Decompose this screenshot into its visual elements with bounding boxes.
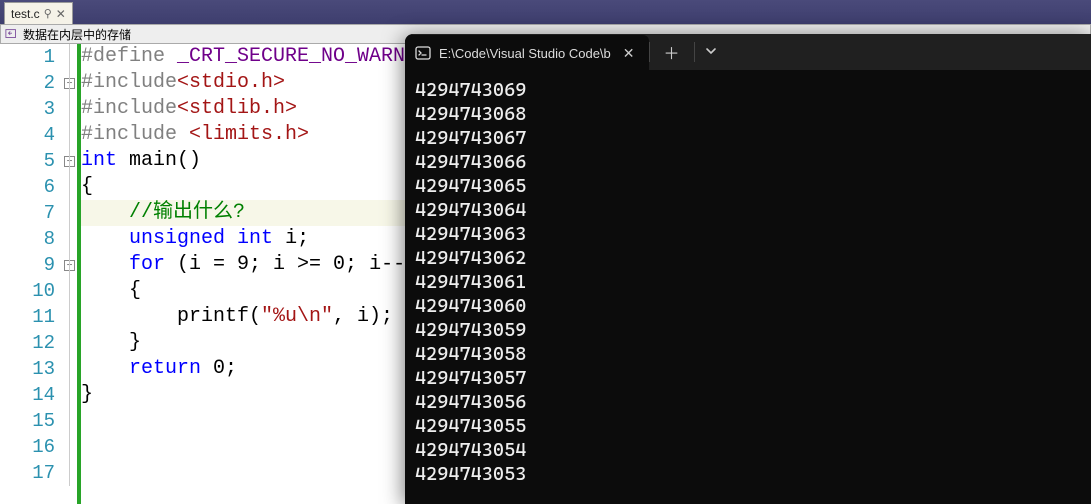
- terminal-output[interactable]: 4294743069429474306842947430674294743066…: [405, 70, 1091, 494]
- line-number: 7: [0, 200, 55, 226]
- line-number: 10: [0, 278, 55, 304]
- line-number: 9: [0, 252, 55, 278]
- terminal-line: 4294743064: [415, 198, 1081, 222]
- terminal-icon: [415, 45, 431, 61]
- breadcrumb-text: 数据在内层中的存储: [23, 26, 131, 43]
- terminal-line: 4294743062: [415, 246, 1081, 270]
- line-number: 16: [0, 434, 55, 460]
- line-number-gutter: 1234567891011121314151617: [0, 44, 63, 504]
- terminal-line: 4294743061: [415, 270, 1081, 294]
- line-number: 17: [0, 460, 55, 486]
- line-number: 2: [0, 70, 55, 96]
- pin-icon[interactable]: ⚲: [44, 7, 52, 20]
- terminal-line: 4294743058: [415, 342, 1081, 366]
- line-number: 1: [0, 44, 55, 70]
- line-number: 14: [0, 382, 55, 408]
- terminal-window[interactable]: E:\Code\Visual Studio Code\b ✕ ＋ 4294743…: [405, 34, 1091, 504]
- terminal-line: 4294743065: [415, 174, 1081, 198]
- terminal-line: 4294743068: [415, 102, 1081, 126]
- terminal-line: 4294743056: [415, 390, 1081, 414]
- terminal-line: 4294743059: [415, 318, 1081, 342]
- terminal-new-tab-button[interactable]: ＋: [650, 40, 694, 64]
- terminal-line: 4294743067: [415, 126, 1081, 150]
- terminal-line: 4294743057: [415, 366, 1081, 390]
- line-number: 11: [0, 304, 55, 330]
- line-number: 15: [0, 408, 55, 434]
- file-tab-label: test.c: [11, 7, 40, 21]
- line-number: 6: [0, 174, 55, 200]
- line-number: 12: [0, 330, 55, 356]
- line-number: 5: [0, 148, 55, 174]
- file-tab-test-c[interactable]: test.c ⚲ ✕: [4, 2, 73, 24]
- terminal-close-icon[interactable]: ✕: [619, 43, 639, 64]
- terminal-line: 4294743060: [415, 294, 1081, 318]
- terminal-line: 4294743066: [415, 150, 1081, 174]
- terminal-line: 4294743069: [415, 78, 1081, 102]
- line-number: 4: [0, 122, 55, 148]
- terminal-line: 4294743053: [415, 462, 1081, 486]
- terminal-tab-title: E:\Code\Visual Studio Code\b: [439, 46, 611, 61]
- terminal-line: 4294743055: [415, 414, 1081, 438]
- nav-back-icon[interactable]: [5, 27, 19, 41]
- line-number: 13: [0, 356, 55, 382]
- terminal-line: 4294743063: [415, 222, 1081, 246]
- fold-column: −−−: [63, 44, 77, 504]
- line-number: 8: [0, 226, 55, 252]
- terminal-line: 4294743054: [415, 438, 1081, 462]
- terminal-tab-bar: E:\Code\Visual Studio Code\b ✕ ＋: [405, 34, 1091, 70]
- editor-tab-bar: test.c ⚲ ✕: [0, 0, 1091, 24]
- line-number: 3: [0, 96, 55, 122]
- terminal-dropdown-icon[interactable]: [695, 45, 727, 60]
- close-icon[interactable]: ✕: [56, 7, 66, 21]
- terminal-tab[interactable]: E:\Code\Visual Studio Code\b ✕: [405, 35, 649, 71]
